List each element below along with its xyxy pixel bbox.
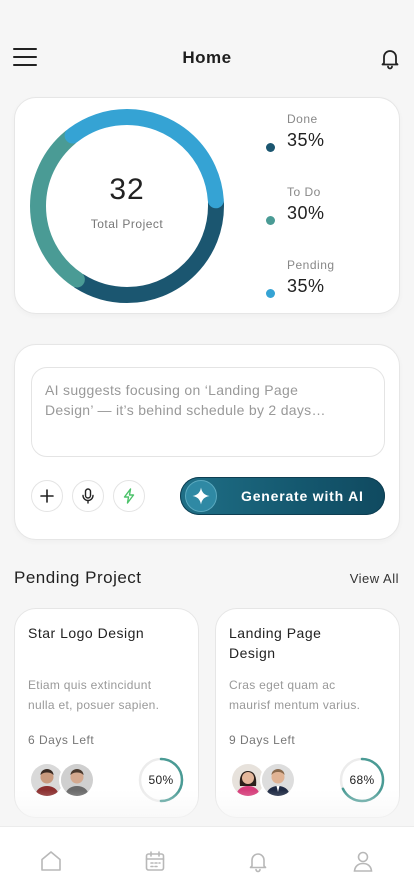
legend-item-pending: Pending 35% [266,258,335,331]
top-bar: Home [0,40,414,76]
tab-calendar[interactable] [143,849,167,873]
ai-suggestion-input[interactable]: AI suggests focusing on ‘Landing Page De… [31,367,385,457]
total-project-label: Total Project [90,217,164,231]
project-card-star-logo[interactable]: Star Logo Design Etiam quis extincidunt … [14,608,199,818]
bottom-tab-bar [0,826,414,896]
scroll-fade [0,790,414,826]
project-description-line: maurisf mentum varius. [229,698,361,712]
project-description: Cras eget quam ac maurisf mentum varius. [229,675,397,715]
ai-suggestion-line: Design’ — it’s behind schedule by 2 days… [45,402,326,418]
view-all-link[interactable]: View All [350,571,399,586]
ai-assistant-card: AI suggests focusing on ‘Landing Page De… [14,344,400,540]
days-left: 9 Days Left [229,733,296,747]
legend-item-done: Done 35% [266,112,335,185]
legend-value: 30% [287,203,325,223]
legend-dot-done [266,143,275,152]
stats-legend: Done 35% To Do 30% Pending 35% [266,112,335,331]
notification-bell-icon[interactable] [378,46,402,70]
add-attachment-button[interactable] [31,480,63,512]
legend-label: Done [287,112,318,126]
tab-home[interactable] [39,849,63,873]
total-project-value: 32 [109,173,145,206]
legend-item-todo: To Do 30% [266,185,335,258]
donut-center: 32 Total Project [27,106,227,306]
microphone-icon [82,488,94,504]
days-left: 6 Days Left [28,733,95,747]
legend-label: Pending [287,258,335,272]
pending-project-title: Pending Project [14,568,142,587]
project-description-line: nulla et, posuer sapien. [28,698,160,712]
legend-value: 35% [287,130,325,150]
legend-dot-todo [266,216,275,225]
page-title: Home [182,48,232,67]
ai-suggestion-line: AI suggests focusing on ‘Landing Page [45,382,299,398]
legend-value: 35% [287,276,325,296]
project-description-line: Etiam quis extincidunt [28,678,152,692]
bell-icon [249,853,267,873]
project-title: Landing Page Design [229,625,322,661]
generate-with-ai-button[interactable]: Generate with AI [180,477,385,515]
sparkle-icon [185,480,217,512]
calendar-icon [145,851,165,871]
voice-input-button[interactable] [72,480,104,512]
project-stats-card: 32 Total Project Done 35% To Do 30% Pend… [14,97,400,314]
quick-action-button[interactable] [113,480,145,512]
tab-profile[interactable] [351,849,375,873]
tab-notifications[interactable] [246,849,270,873]
project-title: Star Logo Design [28,625,145,641]
home-icon [41,851,61,871]
legend-dot-pending [266,289,275,298]
plus-icon [40,489,54,503]
project-card-landing-page[interactable]: Landing Page Design Cras eget quam ac ma… [215,608,400,818]
project-description-line: Cras eget quam ac [229,678,336,692]
legend-label: To Do [287,185,321,199]
generate-with-ai-label: Generate with AI [241,488,364,504]
profile-icon [353,851,373,872]
project-description: Etiam quis extincidunt nulla et, posuer … [28,675,196,715]
lightning-icon [123,488,135,504]
